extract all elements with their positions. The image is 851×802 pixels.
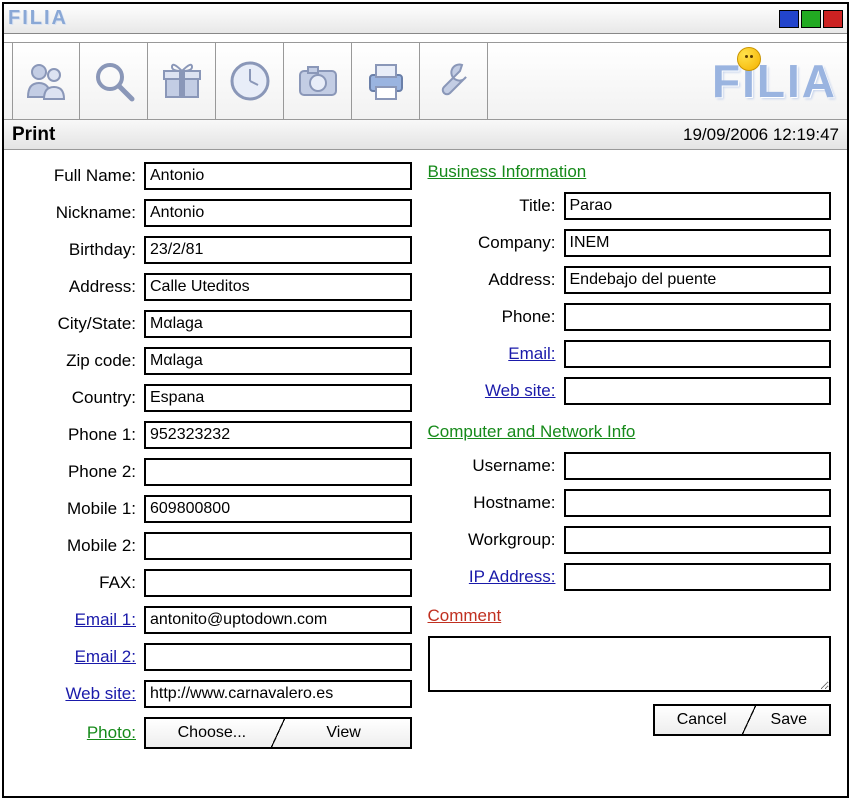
birthday-input[interactable] xyxy=(144,236,412,264)
business-info-heading: Business Information xyxy=(424,162,832,182)
contacts-icon[interactable] xyxy=(12,43,80,119)
hostname-input[interactable] xyxy=(564,489,832,517)
ipaddress-input[interactable] xyxy=(564,563,832,591)
biz-phone-input[interactable] xyxy=(564,303,832,331)
biz-website-input[interactable] xyxy=(564,377,832,405)
app-window: FILIA FILIA Print xyxy=(2,2,849,798)
section-title: Print xyxy=(12,124,55,146)
biz-address-input[interactable] xyxy=(564,266,832,294)
citystate-input[interactable] xyxy=(144,310,412,338)
statusbar: Print 19/09/2006 12:19:47 xyxy=(4,120,847,150)
company-input[interactable] xyxy=(564,229,832,257)
workgroup-label: Workgroup: xyxy=(424,530,564,550)
email2-input[interactable] xyxy=(144,643,412,671)
fax-label: FAX: xyxy=(4,573,144,593)
country-input[interactable] xyxy=(144,384,412,412)
website-input[interactable] xyxy=(144,680,412,708)
mobile2-label: Mobile 2: xyxy=(4,536,144,556)
mobile2-input[interactable] xyxy=(144,532,412,560)
photo-label[interactable]: Photo: xyxy=(4,723,144,743)
country-label: Country: xyxy=(4,388,144,408)
email2-label[interactable]: Email 2: xyxy=(4,647,144,667)
save-button[interactable]: Save xyxy=(749,706,829,734)
citystate-label: City/State: xyxy=(4,314,144,334)
username-label: Username: xyxy=(424,456,564,476)
choose-button[interactable]: Choose... xyxy=(146,719,278,747)
website-label[interactable]: Web site: xyxy=(4,684,144,704)
mobile1-input[interactable] xyxy=(144,495,412,523)
fullname-label: Full Name: xyxy=(4,166,144,186)
biz-website-label[interactable]: Web site: xyxy=(424,381,564,401)
maximize-button[interactable] xyxy=(801,10,821,28)
biz-phone-label: Phone: xyxy=(424,307,564,327)
biz-email-input[interactable] xyxy=(564,340,832,368)
fullname-input[interactable] xyxy=(144,162,412,190)
comment-input[interactable] xyxy=(428,636,832,692)
smiley-icon xyxy=(737,47,761,71)
form-content: Full Name: Nickname: Birthday: Address: … xyxy=(4,150,847,796)
ipaddress-label[interactable]: IP Address: xyxy=(424,567,564,587)
search-icon[interactable] xyxy=(80,43,148,119)
titlebar-logo: FILIA xyxy=(8,7,68,30)
phone1-input[interactable] xyxy=(144,421,412,449)
fax-input[interactable] xyxy=(144,569,412,597)
cancel-button[interactable]: Cancel xyxy=(655,706,749,734)
gift-icon[interactable] xyxy=(148,43,216,119)
toolbar-brand-area: FILIA xyxy=(488,43,847,119)
network-info-heading: Computer and Network Info xyxy=(424,422,832,442)
phone2-label: Phone 2: xyxy=(4,462,144,482)
clock-icon[interactable] xyxy=(216,43,284,119)
phone1-label: Phone 1: xyxy=(4,425,144,445)
left-column: Full Name: Nickname: Birthday: Address: … xyxy=(4,162,418,790)
biz-title-input[interactable] xyxy=(564,192,832,220)
close-button[interactable] xyxy=(823,10,843,28)
status-datetime: 19/09/2006 12:19:47 xyxy=(683,125,839,145)
biz-title-label: Title: xyxy=(424,196,564,216)
printer-icon[interactable] xyxy=(352,43,420,119)
view-button[interactable]: View xyxy=(278,719,410,747)
nickname-input[interactable] xyxy=(144,199,412,227)
toolbar: FILIA xyxy=(4,42,847,120)
zip-label: Zip code: xyxy=(4,351,144,371)
mobile1-label: Mobile 1: xyxy=(4,499,144,519)
minimize-button[interactable] xyxy=(779,10,799,28)
biz-email-label[interactable]: Email: xyxy=(424,344,564,364)
camera-icon[interactable] xyxy=(284,43,352,119)
email1-label[interactable]: Email 1: xyxy=(4,610,144,630)
address-label: Address: xyxy=(4,277,144,297)
birthday-label: Birthday: xyxy=(4,240,144,260)
email1-input[interactable] xyxy=(144,606,412,634)
comment-heading: Comment xyxy=(424,606,832,626)
right-column: Business Information Title: Company: Add… xyxy=(418,162,832,790)
address-input[interactable] xyxy=(144,273,412,301)
biz-address-label: Address: xyxy=(424,270,564,290)
brand-logo: FILIA xyxy=(712,54,837,108)
zip-input[interactable] xyxy=(144,347,412,375)
titlebar: FILIA xyxy=(4,4,847,34)
workgroup-input[interactable] xyxy=(564,526,832,554)
company-label: Company: xyxy=(424,233,564,253)
nickname-label: Nickname: xyxy=(4,203,144,223)
phone2-input[interactable] xyxy=(144,458,412,486)
wrench-icon[interactable] xyxy=(420,43,488,119)
username-input[interactable] xyxy=(564,452,832,480)
hostname-label: Hostname: xyxy=(424,493,564,513)
